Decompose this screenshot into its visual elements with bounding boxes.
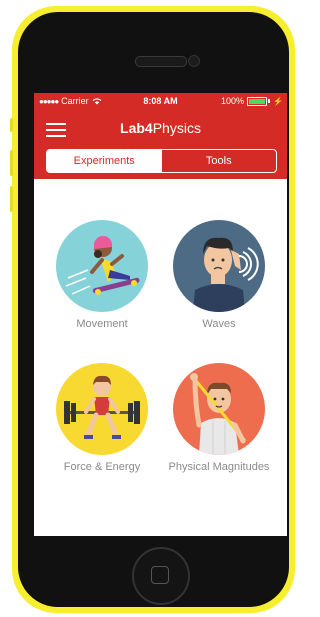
front-camera [188, 55, 200, 67]
topic-physical-magnitudes[interactable]: Physical Magnitudes [159, 363, 279, 473]
movement-illustration [56, 220, 148, 312]
topic-label-force-energy: Force & Energy [63, 461, 141, 473]
topic-label-physical-magnitudes: Physical Magnitudes [168, 461, 270, 473]
segmented-control: Experiments Tools [46, 149, 277, 173]
charging-bolt-icon: ⚡ [273, 96, 283, 106]
topic-movement[interactable]: Movement [42, 220, 162, 330]
app-header: ●●●●● Carrier 8:08 AM 100% ⚡ Lab4Physics… [34, 93, 287, 179]
app-title: Lab4Physics [34, 120, 287, 136]
battery-level-fill [249, 98, 266, 104]
home-square-icon [151, 566, 169, 584]
measuring-tape-person-icon [190, 373, 247, 455]
home-button[interactable] [132, 547, 190, 605]
mute-switch [10, 118, 13, 132]
listening-person-icon [193, 237, 259, 312]
battery-tip [268, 99, 271, 103]
status-bar: ●●●●● Carrier 8:08 AM 100% ⚡ [34, 93, 287, 111]
force-energy-illustration [56, 363, 148, 455]
battery-icon [247, 96, 268, 106]
topic-waves[interactable]: Waves [159, 220, 279, 330]
physical-magnitudes-illustration [173, 363, 265, 455]
topic-force-energy[interactable]: Force & Energy [42, 363, 162, 473]
weightlifter-icon [64, 375, 140, 439]
waves-illustration [173, 220, 265, 312]
status-right: 100% ⚡ [221, 96, 283, 106]
battery-percent: 100% [221, 96, 245, 106]
topic-label-waves: Waves [202, 318, 236, 330]
volume-up-button [10, 150, 13, 176]
volume-down-button [10, 186, 13, 212]
app-title-rest: Physics [152, 120, 201, 136]
topic-label-movement: Movement [76, 318, 128, 330]
app-title-bold: Lab4 [120, 120, 153, 136]
app-screen: ●●●●● Carrier 8:08 AM 100% ⚡ Lab4Physics… [34, 93, 287, 536]
skateboarder-icon [65, 235, 140, 295]
tab-experiments[interactable]: Experiments [47, 150, 162, 172]
tab-tools[interactable]: Tools [162, 150, 277, 172]
earpiece-speaker [135, 56, 187, 67]
